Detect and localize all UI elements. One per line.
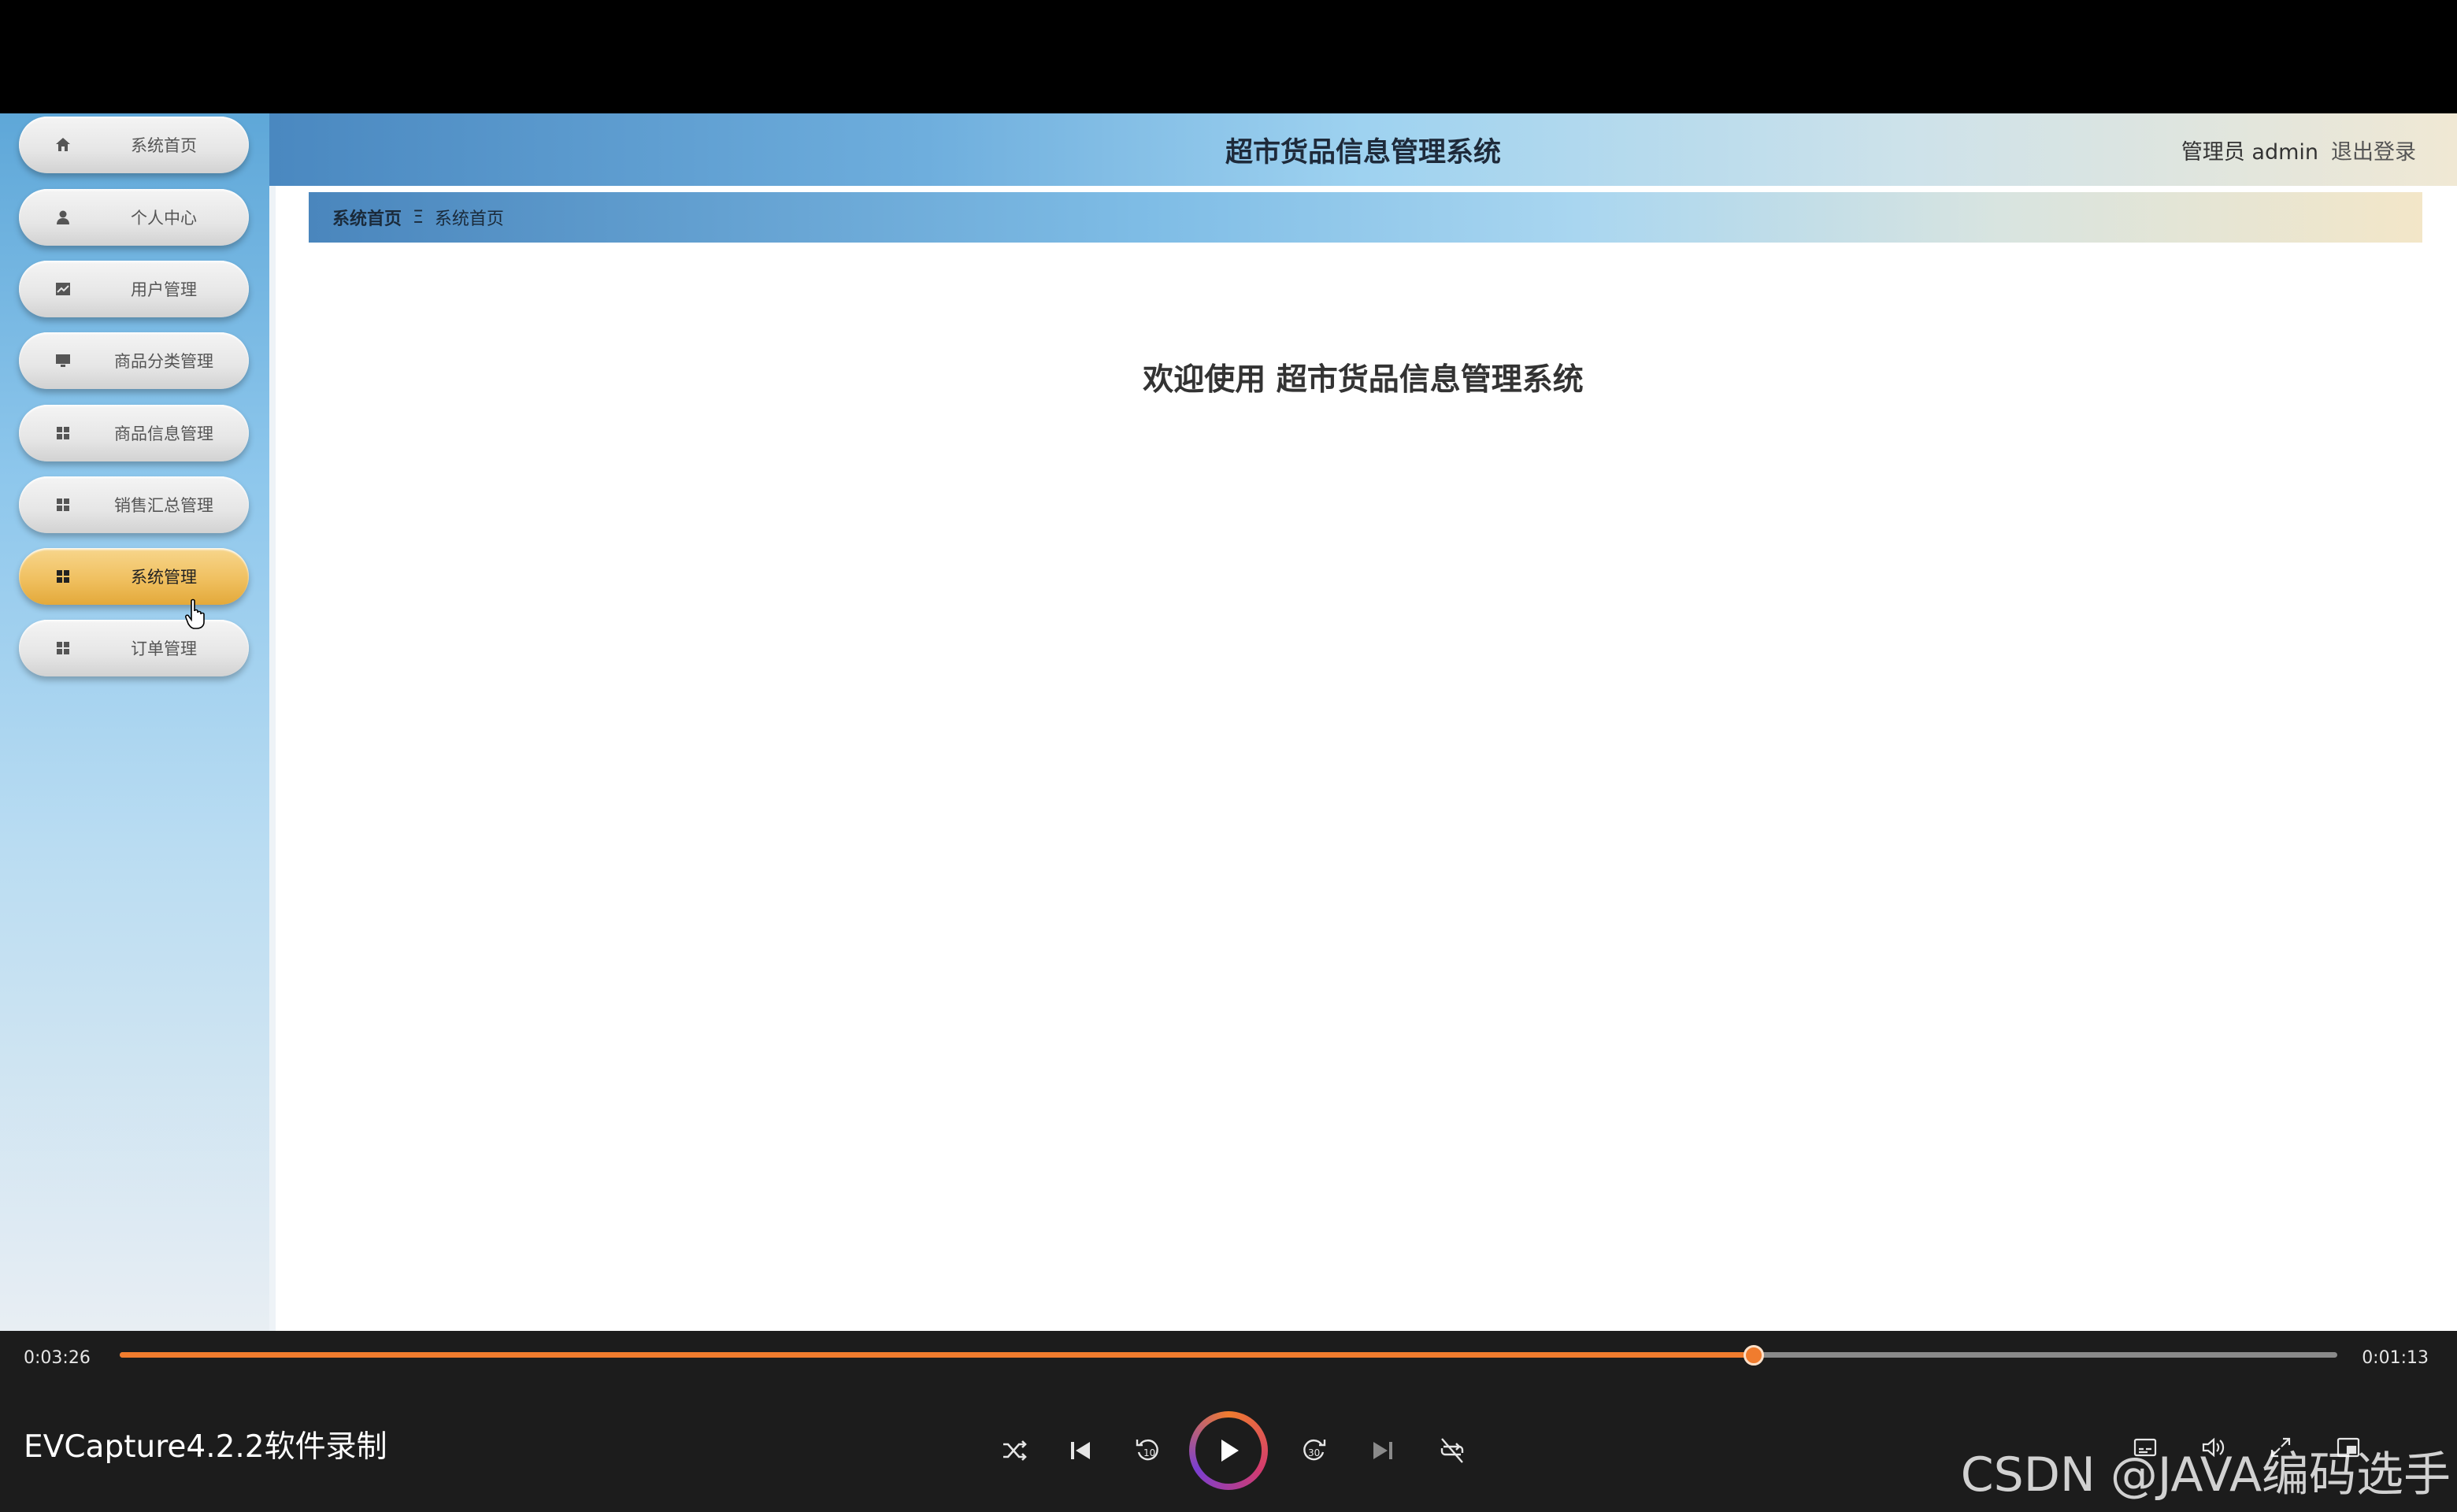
shuffle-icon[interactable]	[991, 1427, 1038, 1474]
progress-track[interactable]	[120, 1345, 2337, 1366]
sidebar-item-category[interactable]: 商品分类管理	[19, 332, 249, 389]
sidebar-item-label: 商品分类管理	[114, 352, 213, 371]
video-player-bar: 0:03:26 0:01:13 EVCapture4.2.2软件录制 10 30	[0, 1331, 2457, 1512]
grid-icon	[54, 424, 72, 443]
sidebar-item-label: 商品信息管理	[114, 424, 213, 443]
breadcrumb: 系统首页 Ξ 系统首页	[309, 192, 2422, 243]
monitor-icon	[54, 351, 72, 370]
breadcrumb-home-link[interactable]: 系统首页	[332, 205, 402, 230]
logout-link[interactable]: 退出登录	[2331, 135, 2416, 165]
sidebar-item-goods[interactable]: 商品信息管理	[19, 405, 249, 461]
breadcrumb-current: 系统首页	[434, 209, 504, 229]
playback-controls: 10 30	[991, 1411, 1479, 1490]
play-button[interactable]	[1189, 1411, 1268, 1490]
svg-text:10: 10	[1143, 1447, 1155, 1458]
welcome-heading: 欢迎使用 超市货品信息管理系统	[1143, 362, 1584, 398]
sidebar-item-system[interactable]: 系统管理	[19, 548, 249, 605]
sidebar-item-label: 系统首页	[131, 136, 197, 155]
progress-fill	[120, 1352, 1755, 1358]
grid-icon	[54, 495, 72, 514]
user-label: 管理员 admin	[2181, 139, 2318, 165]
sidebar-item-label: 销售汇总管理	[114, 496, 213, 515]
hand-cursor-icon	[185, 598, 205, 629]
remaining-time: 0:01:13	[2362, 1348, 2429, 1368]
sidebar-item-orders[interactable]: 订单管理	[19, 620, 249, 676]
grid-icon	[54, 567, 72, 586]
app-window: 系统首页 个人中心 用户管理 商品分类管理 商品信息管理 销售汇总管理 系统管理…	[0, 113, 2457, 1331]
sidebar-item-profile[interactable]: 个人中心	[19, 189, 249, 246]
sidebar-item-label: 个人中心	[131, 209, 197, 228]
svg-text:30: 30	[1308, 1447, 1320, 1458]
next-icon[interactable]	[1359, 1427, 1406, 1474]
sidebar-item-home[interactable]: 系统首页	[19, 117, 249, 173]
header-bar: 超市货品信息管理系统 管理员 admin 退出登录	[269, 113, 2457, 186]
grid-icon	[54, 639, 72, 658]
rewind-10-icon[interactable]: 10	[1125, 1427, 1172, 1474]
top-black-bar	[0, 0, 2457, 113]
home-icon	[54, 135, 72, 154]
elapsed-time: 0:03:26	[24, 1348, 91, 1368]
recorder-brand: EVCapture4.2.2软件录制	[24, 1429, 387, 1465]
repeat-off-icon[interactable]	[1429, 1427, 1476, 1474]
app-title: 超市货品信息管理系统	[1225, 136, 1501, 169]
sidebar: 系统首页 个人中心 用户管理 商品分类管理 商品信息管理 销售汇总管理 系统管理…	[0, 113, 276, 1331]
sidebar-item-users[interactable]: 用户管理	[19, 261, 249, 317]
breadcrumb-separator: Ξ	[413, 207, 424, 228]
forward-30-icon[interactable]: 30	[1290, 1427, 1337, 1474]
user-icon	[54, 208, 72, 227]
user-area: 管理员 admin 退出登录	[2181, 113, 2416, 186]
previous-icon[interactable]	[1057, 1427, 1104, 1474]
sidebar-item-sales[interactable]: 销售汇总管理	[19, 476, 249, 533]
watermark-text: CSDN @JAVA编码选手	[1960, 1447, 2451, 1503]
sidebar-item-label: 系统管理	[131, 568, 197, 587]
sidebar-item-label: 订单管理	[131, 639, 197, 658]
sidebar-item-label: 用户管理	[131, 280, 197, 299]
progress-knob[interactable]	[1744, 1345, 1765, 1366]
chart-icon	[54, 280, 72, 298]
play-icon	[1221, 1440, 1239, 1462]
